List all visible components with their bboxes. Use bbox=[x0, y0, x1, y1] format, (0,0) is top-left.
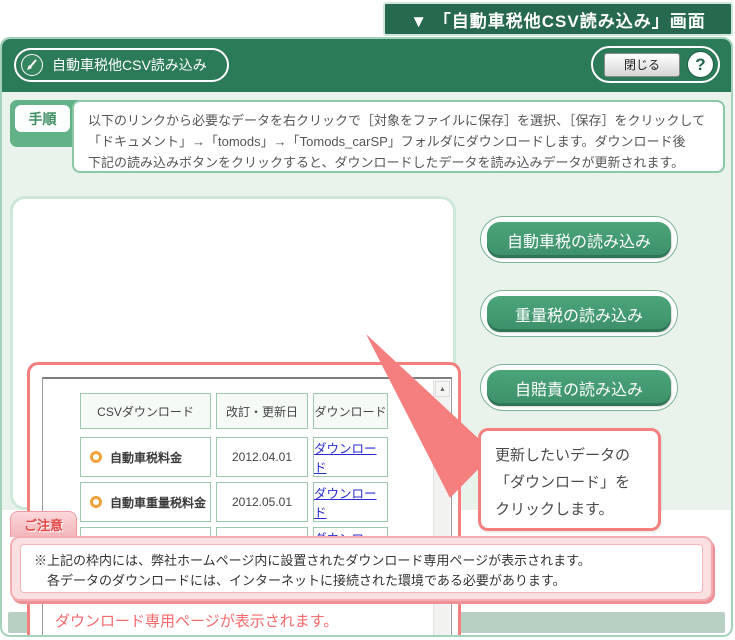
scroll-up-icon[interactable]: ▲ bbox=[435, 381, 450, 397]
load-car-tax-button[interactable]: 自動車税の読み込み bbox=[487, 222, 671, 258]
callout-line-3: クリックします。 bbox=[495, 501, 614, 518]
table-row-name: 自動車重量税料金 bbox=[80, 482, 211, 522]
notice-tab-label: ご注意 bbox=[10, 511, 77, 537]
close-button[interactable]: 閉じる bbox=[604, 52, 680, 77]
notice-line-1: ※上記の枠内には、弊社ホームページ内に設置されたダウンロード専用ページが表示され… bbox=[34, 553, 591, 568]
titlebar: 自動車税他CSV読み込み 閉じる ? bbox=[2, 39, 731, 92]
bullet-circle-icon bbox=[90, 451, 102, 463]
table-row-name: 自動車税料金 bbox=[80, 437, 211, 477]
callout-line-1: 更新したいデータの bbox=[495, 447, 631, 464]
table-row-download-cell: ダウンロード bbox=[313, 437, 388, 477]
load-weight-tax-button[interactable]: 重量税の読み込み bbox=[487, 296, 671, 332]
download-link-weight-tax[interactable]: ダウンロード bbox=[314, 483, 387, 521]
table-row-date: 2012.04.01 bbox=[216, 437, 308, 477]
column-header-download: ダウンロード bbox=[313, 393, 388, 429]
table-row-date: 2012.05.01 bbox=[216, 482, 308, 522]
column-header-csv-download: CSVダウンロード bbox=[80, 393, 211, 429]
load-button-frame: 自動車税の読み込み bbox=[480, 216, 678, 263]
bullet-circle-icon bbox=[90, 496, 102, 508]
column-header-revision-date: 改訂・更新日 bbox=[216, 393, 308, 429]
window-title-pill: 自動車税他CSV読み込み bbox=[14, 48, 229, 82]
help-icon[interactable]: ? bbox=[687, 51, 714, 78]
callout-box: 更新したいデータの 「ダウンロード」を クリックします。 bbox=[478, 428, 661, 531]
load-button-frame: 重量税の読み込み bbox=[480, 290, 678, 337]
screen: ▼ 「自動車税他CSV読み込み」画面 自動車税他CSV読み込み 閉じる ? 手順… bbox=[0, 0, 735, 640]
window-title: 自動車税他CSV読み込み bbox=[52, 57, 207, 73]
procedure-line-1: 以下のリンクから必要なデータを右クリックで［対象をファイルに保存］を選択、［保存… bbox=[88, 113, 706, 128]
notice-text: ※上記の枠内には、弊社ホームページ内に設置されたダウンロード専用ページが表示され… bbox=[20, 544, 703, 593]
screen-caption-banner: ▼ 「自動車税他CSV読み込み」画面 bbox=[383, 2, 733, 36]
csv-import-icon bbox=[21, 54, 43, 76]
load-button-frame: 自賠責の読み込み bbox=[480, 364, 678, 411]
procedure-line-3: 下記の読み込みボタンをクリックすると、ダウンロードしたデータを読み込みデータが更… bbox=[88, 155, 685, 170]
table-row-download-cell: ダウンロード bbox=[313, 482, 388, 522]
procedure-instructions: 以下のリンクから必要なデータを右クリックで［対象をファイルに保存］を選択、［保存… bbox=[72, 100, 725, 173]
csv-import-window: 自動車税他CSV読み込み 閉じる ? 手順 以下のリンクから必要なデータを右クリ… bbox=[0, 37, 733, 637]
titlebar-controls: 閉じる ? bbox=[591, 46, 720, 83]
load-liability-button[interactable]: 自賠責の読み込み bbox=[487, 370, 671, 406]
notice-box: ※上記の枠内には、弊社ホームページ内に設置されたダウンロード専用ページが表示され… bbox=[10, 536, 713, 601]
callout-line-2: 「ダウンロード」を bbox=[495, 474, 631, 491]
procedure-line-2: 「ドキュメント」→「tomods」→「Tomods_carSP」フォルダにダウン… bbox=[88, 134, 686, 149]
download-link-car-tax[interactable]: ダウンロード bbox=[314, 438, 387, 476]
screen-caption-label: ▼ 「自動車税他CSV読み込み」画面 bbox=[410, 11, 706, 31]
notice-line-2: 各データのダウンロードには、インターネットに接続された環境である必要があります。 bbox=[47, 573, 566, 588]
scroll-down-icon[interactable]: ▼ bbox=[435, 636, 450, 637]
download-frame-outer: CSVダウンロード 改訂・更新日 ダウンロード 自動車税料金 2012.04.0… bbox=[10, 196, 461, 635]
procedure-tab-label: 手順 bbox=[15, 105, 70, 132]
